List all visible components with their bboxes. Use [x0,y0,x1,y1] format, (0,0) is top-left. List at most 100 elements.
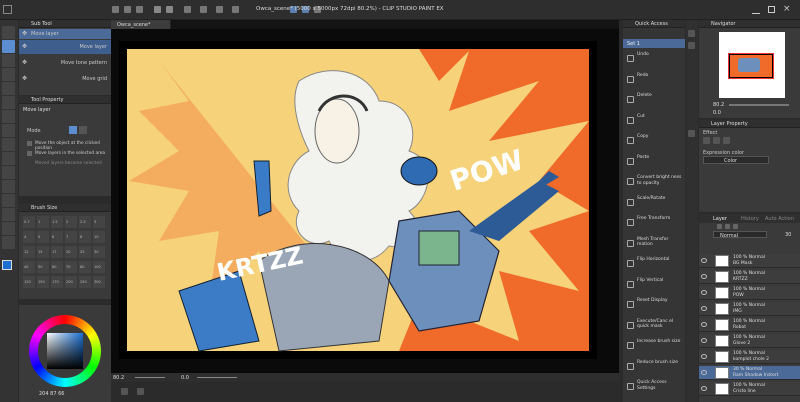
layer-row[interactable]: 100 % Normal IMG [699,302,800,316]
brush-size-cell[interactable]: 150 [37,276,49,288]
quick-access-item[interactable]: Delete [623,91,685,109]
lock-icon[interactable] [717,224,722,229]
navigator-frame[interactable] [728,53,774,79]
new-layer-icon[interactable] [121,388,128,395]
brush-size-cell[interactable]: 0.7 [23,216,35,228]
airbrush-tool-icon[interactable] [2,152,15,165]
color-square[interactable] [47,333,83,369]
brush-size-cell[interactable]: 3 [93,216,105,228]
blend-mode-select[interactable]: Normal [713,231,767,239]
quick-access-item[interactable]: Cut [623,112,685,130]
minimize-icon[interactable] [752,6,760,14]
blend-tool-icon[interactable] [2,180,15,193]
brush-size-cell[interactable]: 1 [37,216,49,228]
quick-access-item[interactable]: Reset Display [623,296,685,314]
window-menu-icon[interactable] [3,5,12,14]
brush-size-cell[interactable]: 7 [65,231,77,243]
mode-button-alt[interactable] [79,126,87,134]
brush-size-cell[interactable]: 10 [93,231,105,243]
effect-tone-icon[interactable] [713,137,720,144]
visibility-eye-icon[interactable] [701,258,707,263]
quick-access-item[interactable]: Scale/Rotate [623,194,685,212]
sub-tool-item[interactable]: ✥ Move grid [19,72,111,86]
navigator-tab-icon[interactable] [688,30,695,37]
reference-icon[interactable] [733,224,738,229]
undo-icon[interactable] [154,6,161,13]
clip-icon[interactable] [725,224,730,229]
mode-button[interactable] [69,126,77,134]
quick-access-item[interactable]: Quick Access Settings [623,378,685,396]
brush-size-cell[interactable]: 170 [51,276,63,288]
brush-size-cell[interactable]: 120 [23,276,35,288]
zoom-slider[interactable] [135,377,165,378]
quick-access-item[interactable]: Reduce brush size [623,358,685,376]
canvas-tab[interactable]: Owca_scene* [111,20,171,29]
quick-access-item[interactable]: Execute/Canc el quick mask [623,317,685,335]
quick-access-item[interactable]: Copy [623,132,685,150]
visibility-eye-icon[interactable] [701,290,707,295]
layer-row[interactable]: 30 % Normal Ram Shadow Instert [699,366,800,380]
tab-history[interactable]: History [741,216,759,222]
selection-tool-icon[interactable] [2,54,15,67]
brush-size-cell[interactable]: 1.5 [51,216,63,228]
move-tool-icon[interactable] [2,40,15,53]
layer-row[interactable]: 100 % Normal Robot [699,318,800,332]
layer-row[interactable]: 100 % Normal Glove 2 [699,334,800,348]
navigator-zoom-slider[interactable] [729,104,789,106]
expression-color-select[interactable]: Color [703,156,769,164]
brush-size-cell[interactable]: 25 [79,246,91,258]
lasso-tool-icon[interactable] [2,68,15,81]
tab-auto-action[interactable]: Auto Action [765,216,794,222]
quick-access-set[interactable]: Set 1 [623,39,685,48]
open-icon[interactable] [124,6,131,13]
brush-size-cell[interactable]: 50 [37,261,49,273]
brush-size-cell[interactable]: 40 [23,261,35,273]
copy-icon[interactable] [137,388,144,395]
visibility-eye-icon[interactable] [701,370,707,375]
brush-size-cell[interactable]: 4 [23,231,35,243]
visibility-eye-icon[interactable] [701,306,707,311]
new-icon[interactable] [112,6,119,13]
eyedropper-tool-icon[interactable] [2,96,15,109]
bucket-icon[interactable] [232,6,239,13]
layer-property-tab-icon[interactable] [688,130,695,137]
pencil-tool-icon[interactable] [2,124,15,137]
brush-size-cell[interactable]: 250 [79,276,91,288]
brush-size-cell[interactable]: 8 [79,231,91,243]
quick-access-item[interactable]: Increase brush size [623,337,685,355]
quick-access-item[interactable]: Convert bright ness to opacity [623,173,685,191]
close-icon[interactable]: × [783,4,791,14]
sub-tool-item[interactable]: ✥ Move layer [19,40,111,54]
tab-layer[interactable]: Layer [713,216,727,222]
subview-tab-icon[interactable] [688,42,695,49]
brush-size-cell[interactable]: 200 [65,276,77,288]
option-checkbox[interactable] [27,141,32,146]
fill-tool-icon[interactable] [2,194,15,207]
maximize-icon[interactable] [768,6,775,13]
brush-size-cell[interactable]: 30 [93,246,105,258]
layer-row[interactable]: 100 % Normal komplot chole 2 [699,350,800,364]
brush-size-cell[interactable]: 2 [65,216,77,228]
figure-tool-icon[interactable] [2,222,15,235]
brush-size-cell[interactable]: 80 [79,261,91,273]
navigator-preview[interactable] [719,32,785,98]
quick-access-item[interactable]: Redo [623,71,685,89]
wand-tool-icon[interactable] [2,82,15,95]
brush-size-cell[interactable]: 5 [37,231,49,243]
visibility-eye-icon[interactable] [701,386,707,391]
zoom-tool-icon[interactable] [2,26,15,39]
visibility-eye-icon[interactable] [701,338,707,343]
brush-size-cell[interactable]: 20 [65,246,77,258]
brush-size-cell[interactable]: 100 [93,261,105,273]
quick-access-item[interactable]: Flip Vertical [623,276,685,294]
brush-size-cell[interactable]: 300 [93,276,105,288]
rotation-slider[interactable] [197,377,237,378]
effect-color-icon[interactable] [723,137,730,144]
layer-row[interactable]: 100 % Normal POW [699,286,800,300]
text-tool-icon[interactable] [2,236,15,249]
save-icon[interactable] [136,6,143,13]
brush-size-cell[interactable]: 17 [51,246,63,258]
brush-size-cell[interactable]: 6 [51,231,63,243]
visibility-eye-icon[interactable] [701,354,707,359]
brush-size-cell[interactable]: 2.5 [79,216,91,228]
